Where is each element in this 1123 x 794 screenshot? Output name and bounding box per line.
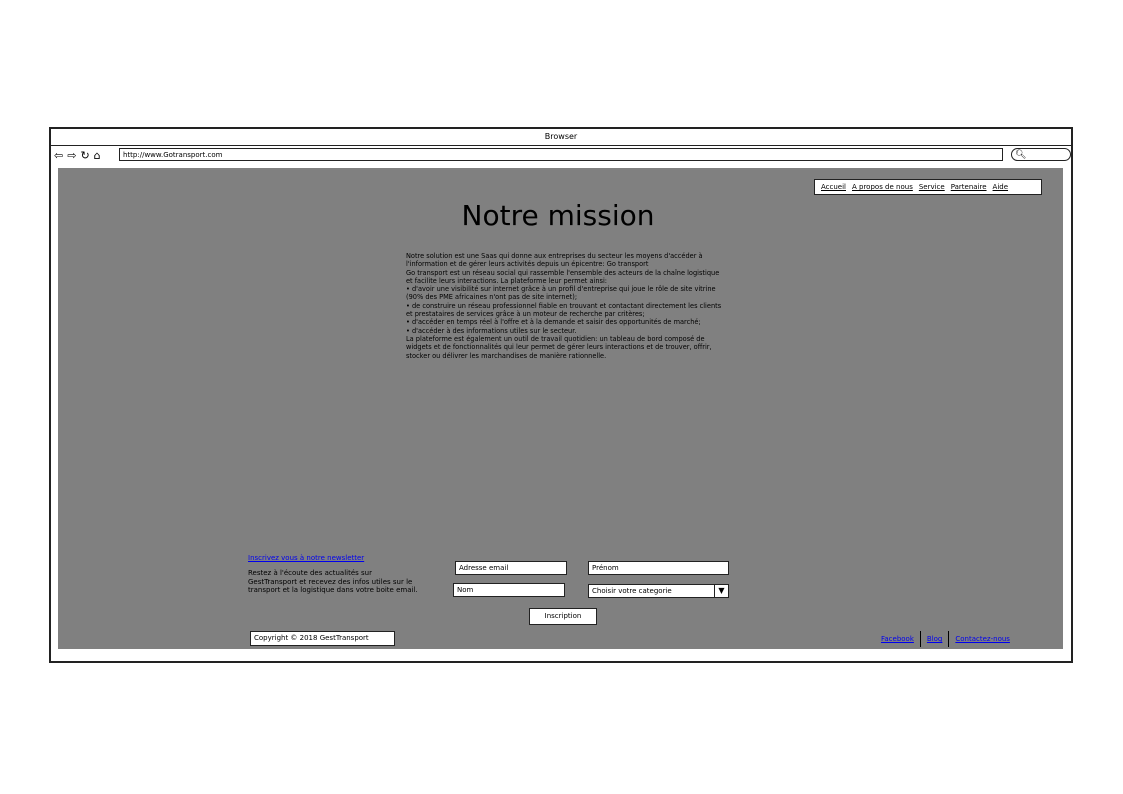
menu-item-service[interactable]: Service bbox=[919, 183, 945, 191]
page-title: Notre mission bbox=[461, 199, 655, 232]
menu-item-aide[interactable]: Aide bbox=[993, 183, 1008, 191]
blog-link[interactable]: Blog bbox=[927, 635, 942, 643]
contact-link[interactable]: Contactez-nous bbox=[955, 635, 1010, 643]
home-icon[interactable]: ⌂ bbox=[94, 150, 102, 162]
email-placeholder: Adresse email bbox=[459, 564, 509, 572]
prenom-field[interactable]: Prénom bbox=[588, 561, 729, 575]
mission-text: Notre solution est une Saas qui donne au… bbox=[406, 252, 722, 360]
browser-search-box[interactable]: 🔍︎ bbox=[1011, 148, 1071, 161]
prenom-placeholder: Prénom bbox=[592, 564, 619, 572]
footer-links: Facebook Blog Contactez-nous bbox=[881, 631, 1031, 647]
copyright-box: Copyright © 2018 GestTransport bbox=[250, 631, 395, 646]
nom-placeholder: Nom bbox=[457, 586, 474, 594]
reload-icon[interactable]: ↻ bbox=[80, 150, 90, 162]
top-menu: Accueil A propos de nous Service Partenaire… bbox=[814, 179, 1042, 195]
url-text: http://www.Gotransport.com bbox=[123, 151, 223, 159]
category-selected: Choisir votre categorie bbox=[592, 587, 672, 595]
inscription-button[interactable]: Inscription bbox=[529, 608, 597, 625]
menu-item-accueil[interactable]: Accueil bbox=[821, 183, 846, 191]
menu-item-partenaire[interactable]: Partenaire bbox=[951, 183, 987, 191]
search-icon: 🔍︎ bbox=[1015, 150, 1027, 160]
browser-titlebar: Browser bbox=[51, 129, 1071, 146]
facebook-link[interactable]: Facebook bbox=[881, 635, 914, 643]
category-select[interactable]: Choisir votre categorie ▼ bbox=[588, 584, 729, 598]
browser-title: Browser bbox=[544, 132, 578, 141]
browser-navbar: ⇦ ⇨ ↻ ⌂ http://www.Gotransport.com 🔍︎ bbox=[51, 145, 1071, 167]
back-arrow-icon[interactable]: ⇦ bbox=[54, 150, 64, 162]
email-field[interactable]: Adresse email bbox=[455, 561, 567, 575]
url-bar[interactable]: http://www.Gotransport.com bbox=[119, 148, 1003, 161]
divider bbox=[919, 631, 921, 647]
forward-arrow-icon[interactable]: ⇨ bbox=[67, 150, 77, 162]
newsletter-description: Restez à l'écoute des actualités sur Ges… bbox=[248, 569, 418, 594]
page-content: Accueil A propos de nous Service Partenaire… bbox=[58, 168, 1063, 649]
nav-icons: ⇦ ⇨ ↻ ⌂ bbox=[54, 150, 105, 162]
browser-window: Browser ⇦ ⇨ ↻ ⌂ http://www.Gotransport.com … bbox=[49, 127, 1073, 663]
divider bbox=[948, 631, 950, 647]
chevron-down-icon[interactable]: ▼ bbox=[714, 585, 728, 597]
nom-field[interactable]: Nom bbox=[453, 583, 565, 597]
menu-item-a-propos[interactable]: A propos de nous bbox=[852, 183, 913, 191]
newsletter-link[interactable]: Inscrivez vous à notre newsletter bbox=[248, 554, 364, 562]
